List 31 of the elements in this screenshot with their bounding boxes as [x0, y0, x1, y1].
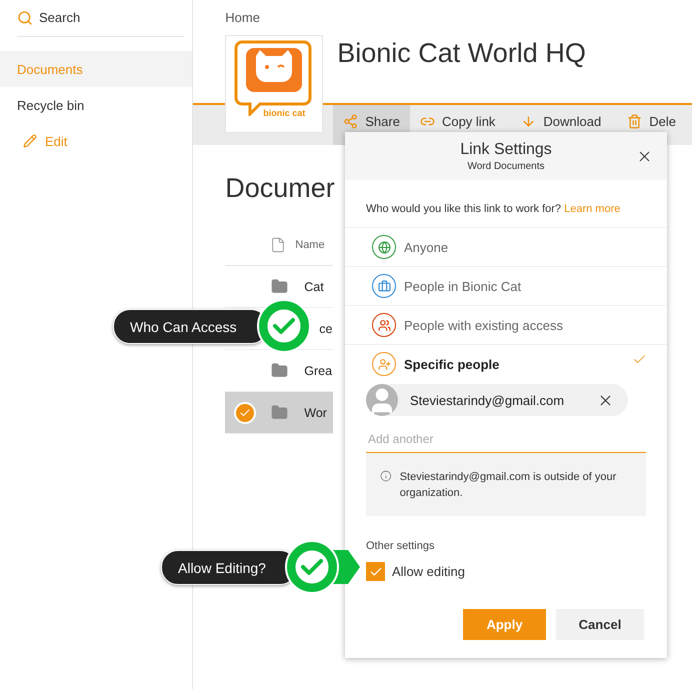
column-header[interactable]: Name — [295, 238, 325, 250]
file-row[interactable]: Wor — [225, 392, 334, 434]
cancel-button[interactable]: Cancel — [556, 609, 644, 640]
nav-label: Recycle bin — [17, 98, 84, 112]
option-label: Anyone — [404, 240, 448, 254]
access-option[interactable]: Anyone — [345, 227, 667, 266]
option-label: People in Bionic Cat — [404, 278, 522, 294]
checkbox-label: Allow editing — [392, 564, 465, 579]
file-name: ce — [319, 322, 332, 336]
notice-text: Steviestarindy@gmail.com is outside of your organization. — [400, 470, 618, 501]
site-title: Bionic Cat World HQ — [337, 38, 586, 69]
access-option[interactable]: People in Bionic Cat — [345, 266, 667, 305]
logo-text: bionic cat — [263, 108, 306, 118]
file-name: Cat — [304, 280, 324, 294]
nav-item[interactable]: Recycle bin — [0, 87, 192, 123]
nav-label: Documents — [17, 62, 83, 76]
recipient-email: Steviestarindy@gmail.com — [410, 392, 566, 408]
dialog-subtitle: Word Documents — [467, 160, 545, 172]
question-text: Who would you like this link to work for? Learn more — [366, 203, 622, 217]
option-label: Specific people — [404, 356, 500, 372]
dialog-title: Link Settings — [460, 140, 552, 158]
breadcrumb[interactable]: Home — [225, 0, 260, 25]
nav-label: Edit — [45, 134, 68, 148]
file-name: Grea — [304, 364, 332, 378]
toolbar-button[interactable]: Dele — [617, 105, 686, 145]
file-name: Wor — [304, 406, 327, 420]
library-heading: Documer — [225, 173, 336, 204]
access-option[interactable]: People with existing access — [345, 305, 667, 344]
section-label: Other settings — [366, 540, 436, 552]
access-option[interactable]: Specific people — [345, 344, 667, 383]
option-label: People with existing access — [404, 318, 563, 332]
